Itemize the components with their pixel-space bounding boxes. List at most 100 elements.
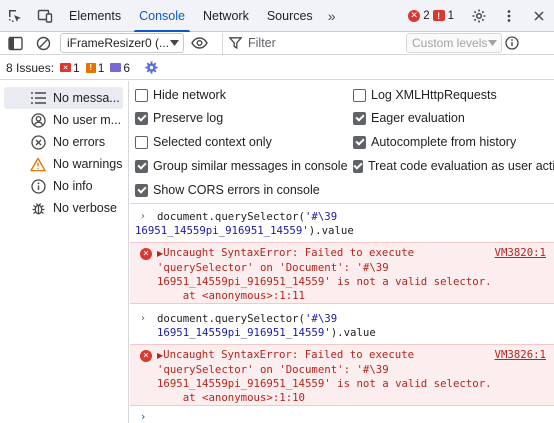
code-string: 16951_14559pi_916951_14559' <box>135 224 309 237</box>
source-link[interactable]: VM3826:1 <box>495 348 546 362</box>
list-icon <box>30 90 46 106</box>
warning-count: 1 <box>447 9 454 22</box>
source-link[interactable]: VM3820:1 <box>495 246 546 260</box>
treat-code-as-user-action-checkbox[interactable]: Treat code evaluation as user action <box>353 159 554 173</box>
checkbox-box[interactable] <box>135 111 148 125</box>
checkbox-box[interactable] <box>353 135 366 149</box>
error-count-badge[interactable]: ✕ 2 ! 1 <box>408 9 454 22</box>
filter-input[interactable]: Filter <box>222 32 402 54</box>
eager-evaluation-checkbox[interactable]: Eager evaluation <box>353 111 465 125</box>
checkbox-label: Log XMLHttpRequests <box>371 88 497 102</box>
error-text: Uncaught SyntaxError: Failed to execute <box>163 348 415 361</box>
chevron-down-icon <box>170 40 179 46</box>
issues-error-count: 1 <box>73 60 80 75</box>
error-icon: ✕ <box>140 248 152 260</box>
filter-placeholder: Filter <box>248 36 276 50</box>
checkbox-label: Eager evaluation <box>371 111 465 125</box>
sidebar-item-label: No warnings <box>53 157 123 171</box>
close-icon[interactable] <box>524 0 554 32</box>
checkbox-label: Hide network <box>153 88 226 102</box>
tab-sources[interactable]: Sources <box>258 0 322 32</box>
console-input-prompt[interactable]: › <box>141 410 145 423</box>
clear-console-icon[interactable] <box>30 32 56 55</box>
issues-errors[interactable]: ✕ 1 <box>60 61 80 75</box>
console-sidebar: No messa... No user m... No errors No wa… <box>0 81 129 423</box>
checkbox-box[interactable] <box>353 88 366 102</box>
error-icon: ✕ <box>408 9 421 22</box>
checkbox-label: Group similar messages in console <box>153 159 348 173</box>
filter-funnel-icon <box>229 37 242 49</box>
checkbox-box[interactable] <box>135 183 148 197</box>
sidebar-item-label: No user m... <box>53 113 122 127</box>
issues-warning-count: 1 <box>97 60 105 75</box>
console-command-entry[interactable]: › document.querySelector('#\39 16951_145… <box>130 210 554 238</box>
kebab-menu-icon[interactable] <box>494 0 524 32</box>
code-text: document.querySelector( <box>157 210 305 223</box>
console-command-entry[interactable]: › document.querySelector('#\39 16951_145… <box>130 312 554 340</box>
code-string: '#\39 <box>305 210 338 223</box>
command-prompt-icon: › <box>141 211 145 222</box>
issues-label[interactable]: 8 Issues: <box>6 61 54 75</box>
hide-network-checkbox[interactable]: Hide network <box>135 88 226 102</box>
preserve-log-checkbox[interactable]: Preserve log <box>135 111 223 125</box>
inspect-element-icon[interactable] <box>0 0 30 32</box>
tab-console[interactable]: Console <box>130 0 194 33</box>
error-text: 'querySelector' on 'Document': '#\39 <box>157 363 389 376</box>
sidebar-item-info[interactable]: No info <box>0 175 128 197</box>
group-similar-checkbox[interactable]: Group similar messages in console <box>135 159 348 173</box>
error-text: Uncaught SyntaxError: Failed to execute <box>163 246 415 259</box>
sidebar-item-verbose[interactable]: No verbose <box>0 197 128 219</box>
info-icon[interactable] <box>502 32 522 55</box>
console-settings-gear-icon[interactable] <box>144 60 159 75</box>
sidebar-item-label: No verbose <box>53 201 117 215</box>
device-toolbar-icon[interactable] <box>30 0 60 32</box>
console-settings-panel: Hide network Preserve log Selected conte… <box>130 81 554 204</box>
issues-warnings[interactable]: ! 1 <box>85 60 105 75</box>
sidebar-item-label: No info <box>53 179 93 193</box>
sidebar-item-user-messages[interactable]: No user m... <box>0 109 128 131</box>
checkbox-box[interactable] <box>353 159 363 173</box>
checkbox-box[interactable] <box>353 111 366 125</box>
code-string: 16951_14559pi_916951_14559' <box>157 326 331 339</box>
sidebar-item-messages[interactable]: No messa... <box>4 87 123 109</box>
checkbox-label: Treat code evaluation as user action <box>368 159 554 173</box>
issues-bar: 8 Issues: ✕ 1 ! 1 6 <box>0 56 554 80</box>
selected-context-checkbox[interactable]: Selected context only <box>135 135 272 149</box>
log-levels-dropdown[interactable]: Custom levels <box>406 33 502 53</box>
console-error-message[interactable]: ✕ VM3826:1 ▶Uncaught SyntaxError: Failed… <box>130 344 554 406</box>
settings-gear-icon[interactable] <box>464 0 494 32</box>
tab-network[interactable]: Network <box>194 0 258 32</box>
checkbox-box[interactable] <box>135 135 148 149</box>
issues-info[interactable]: 6 <box>110 61 130 75</box>
issues-info-count: 6 <box>123 60 131 75</box>
context-selector[interactable]: iFrameResizer0 (... <box>60 33 184 53</box>
console-toolbar: iFrameResizer0 (... Filter Custom levels <box>0 32 554 55</box>
error-count: 2 <box>423 9 430 22</box>
error-stack: at <anonymous>:1:10 <box>157 391 305 404</box>
more-tabs-button[interactable]: » <box>322 8 342 24</box>
checkbox-box[interactable] <box>135 159 148 173</box>
console-error-message[interactable]: ✕ VM3820:1 ▶Uncaught SyntaxError: Failed… <box>130 242 554 304</box>
sidebar-item-label: No messa... <box>53 91 120 105</box>
info-icon <box>30 178 46 194</box>
log-levels-label: Custom levels <box>412 36 488 50</box>
checkbox-box[interactable] <box>135 88 148 102</box>
console-log[interactable]: › document.querySelector('#\39 16951_145… <box>130 204 554 423</box>
code-text: document.querySelector( <box>157 312 305 325</box>
sidebar-item-errors[interactable]: No errors <box>0 131 128 153</box>
live-expression-eye-icon[interactable] <box>184 32 214 55</box>
error-stack: at <anonymous>:1:11 <box>157 289 305 302</box>
autocomplete-history-checkbox[interactable]: Autocomplete from history <box>353 135 516 149</box>
sidebar-item-warnings[interactable]: No warnings <box>0 153 128 175</box>
tab-elements[interactable]: Elements <box>60 0 130 32</box>
context-selector-label: iFrameResizer0 (... <box>67 36 170 50</box>
code-text: ).value <box>330 326 376 339</box>
warning-issue-icon: ! <box>85 62 96 73</box>
log-xhr-checkbox[interactable]: Log XMLHttpRequests <box>353 88 497 102</box>
error-text: 16951_14559pi_916951_14559' is not a val… <box>157 275 492 288</box>
show-cors-checkbox[interactable]: Show CORS errors in console <box>135 183 320 197</box>
bug-icon <box>30 200 46 216</box>
error-icon: ✕ <box>140 350 152 362</box>
error-issue-icon: ✕ <box>60 63 72 72</box>
sidebar-toggle-icon[interactable] <box>0 32 30 55</box>
